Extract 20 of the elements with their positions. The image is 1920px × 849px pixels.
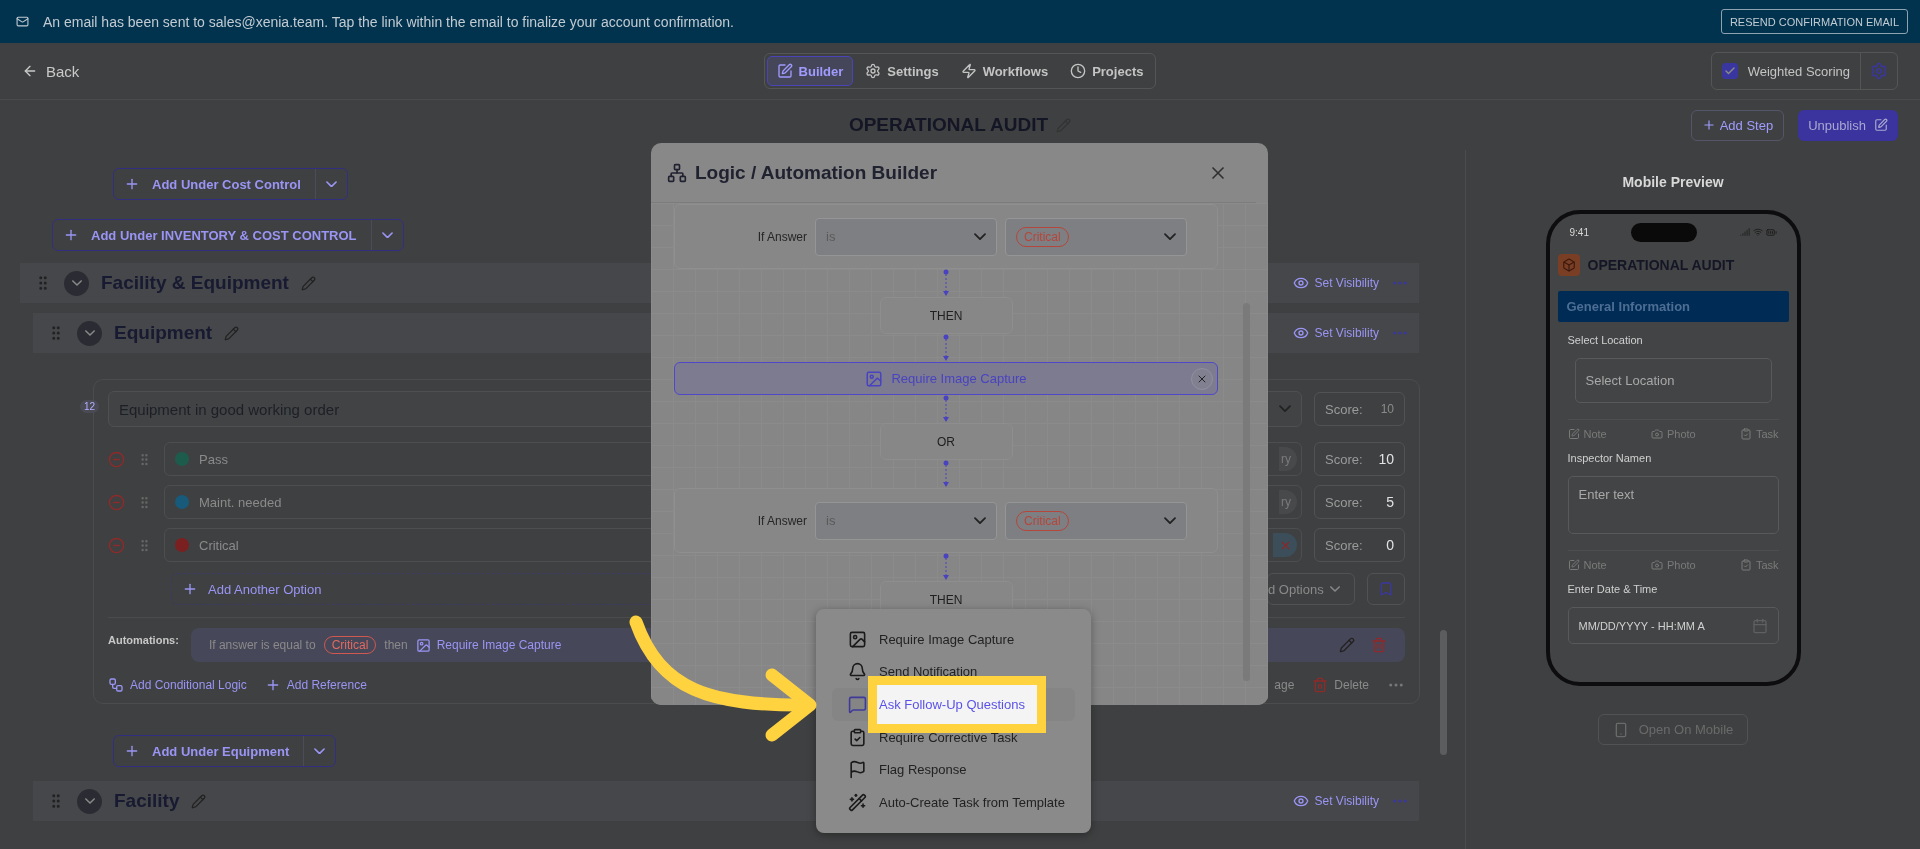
- option-label: Critical: [199, 537, 239, 553]
- status-time: 9:41: [1569, 226, 1589, 238]
- field-label: Inspector Namen: [1567, 452, 1653, 464]
- panel-title: Mobile Preview: [1622, 174, 1724, 190]
- logic-operator-node: OR: [879, 423, 1013, 460]
- banner-message: An email has been sent to sales@xenia.team. Tap the link within the email to finalize your account confirmation.: [43, 13, 734, 30]
- option-label: Pass: [199, 451, 228, 467]
- field-label: Select Location: [1567, 334, 1644, 346]
- rule-text: If answer is equal to: [208, 638, 316, 652]
- action-label: Require Image Capture: [891, 371, 1027, 386]
- dialog-title: Logic / Automation Builder: [695, 161, 938, 184]
- condition-label: If Answer: [756, 229, 807, 244]
- question-number: 12: [80, 400, 100, 413]
- logic-operator-node: THEN: [879, 297, 1013, 334]
- automations-label: Automations:: [108, 634, 179, 646]
- condition-label: If Answer: [756, 513, 807, 528]
- field-label: Enter Date & Time: [1567, 583, 1659, 595]
- option-label: Maint. needed: [199, 494, 282, 510]
- section-heading: General Information: [1557, 291, 1789, 322]
- rule-text: then: [384, 638, 408, 652]
